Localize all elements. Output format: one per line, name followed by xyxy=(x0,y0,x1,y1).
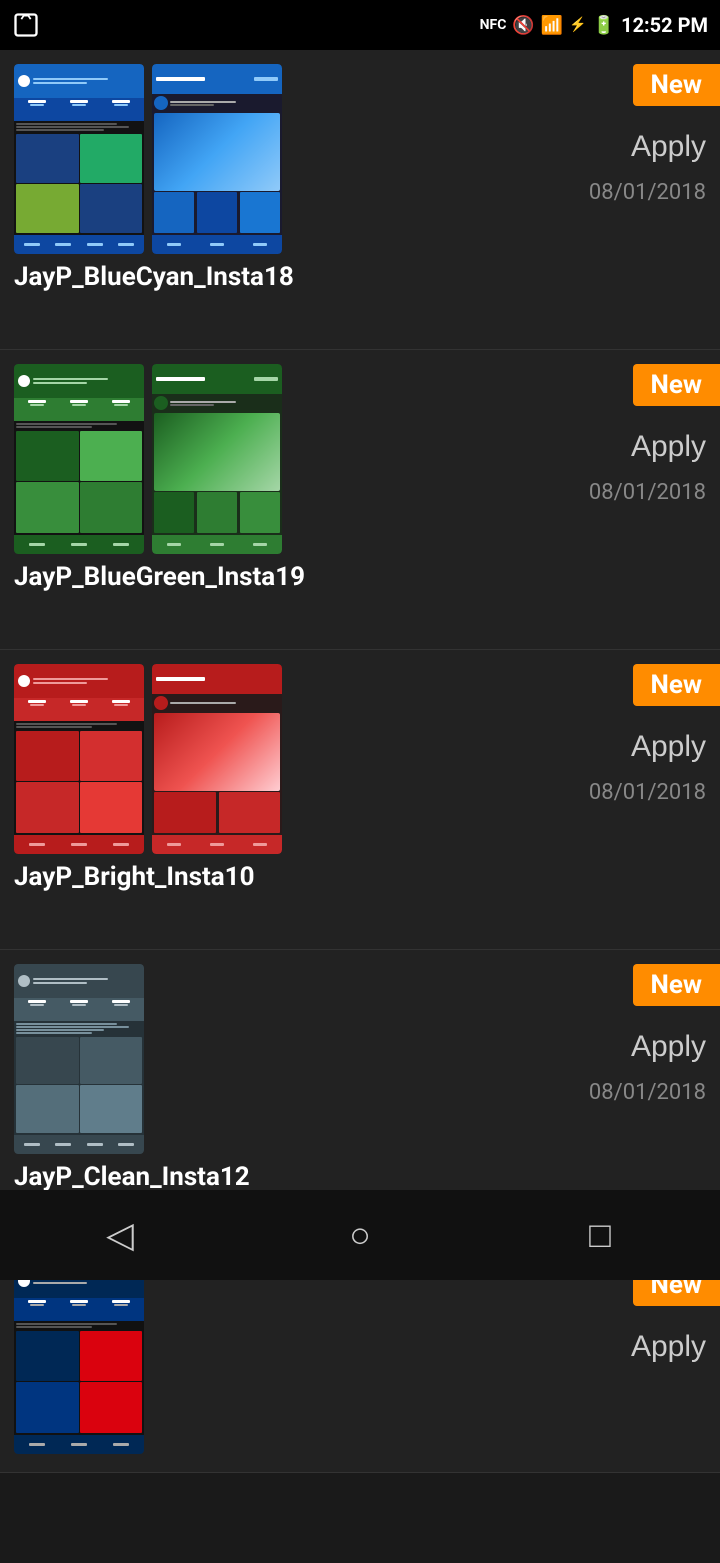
new-badge: New xyxy=(633,364,720,406)
theme-date: 08/01/2018 xyxy=(589,1080,706,1105)
apply-button[interactable]: Apply xyxy=(631,730,706,764)
apply-button[interactable]: Apply xyxy=(631,1030,706,1064)
apply-button[interactable]: Apply xyxy=(631,130,706,164)
preview-image-1 xyxy=(14,1264,144,1454)
home-button[interactable]: ○ xyxy=(320,1205,400,1265)
preview-image-1 xyxy=(14,64,144,254)
theme-name: JayP_Bright_Insta10 xyxy=(14,862,706,898)
new-badge: New xyxy=(633,964,720,1006)
recent-apps-button[interactable]: □ xyxy=(560,1205,640,1265)
theme-previews xyxy=(14,1264,706,1454)
battery-icon: 🔋 xyxy=(593,15,615,36)
theme-item: New xyxy=(0,650,720,950)
theme-name: JayP_BlueCyan_Insta18 xyxy=(14,262,706,298)
back-button[interactable]: ◁ xyxy=(80,1205,160,1265)
preview-image-2 xyxy=(152,664,282,854)
theme-item: New xyxy=(0,50,720,350)
preview-image-2 xyxy=(152,64,282,254)
theme-list: New xyxy=(0,50,720,1563)
new-badge: New xyxy=(633,64,720,106)
camera-icon xyxy=(12,11,40,39)
theme-date: 08/01/2018 xyxy=(589,480,706,505)
battery-saver-icon: ⚡ xyxy=(569,17,586,33)
status-bar-left xyxy=(12,11,40,39)
theme-name: JayP_BlueGreen_Insta19 xyxy=(14,562,706,598)
new-badge: New xyxy=(633,664,720,706)
theme-item: New xyxy=(0,1250,720,1473)
preview-image-1 xyxy=(14,964,144,1154)
nav-bar: ◁ ○ □ xyxy=(0,1190,720,1280)
wifi-icon: 📶 xyxy=(541,15,563,36)
apply-button[interactable]: Apply xyxy=(631,1330,706,1364)
theme-date: 08/01/2018 xyxy=(589,780,706,805)
apply-button[interactable]: Apply xyxy=(631,430,706,464)
preview-image-1 xyxy=(14,364,144,554)
mute-icon: 🔇 xyxy=(512,15,534,36)
preview-image-2 xyxy=(152,364,282,554)
status-time: 12:52 PM xyxy=(621,13,708,37)
status-bar-right: NFC 🔇 📶 ⚡ 🔋 12:52 PM xyxy=(480,13,708,37)
nfc-label: NFC xyxy=(480,17,507,33)
theme-item: New xyxy=(0,350,720,650)
theme-date: 08/01/2018 xyxy=(589,180,706,205)
preview-image-1 xyxy=(14,664,144,854)
status-bar: NFC 🔇 📶 ⚡ 🔋 12:52 PM xyxy=(0,0,720,50)
